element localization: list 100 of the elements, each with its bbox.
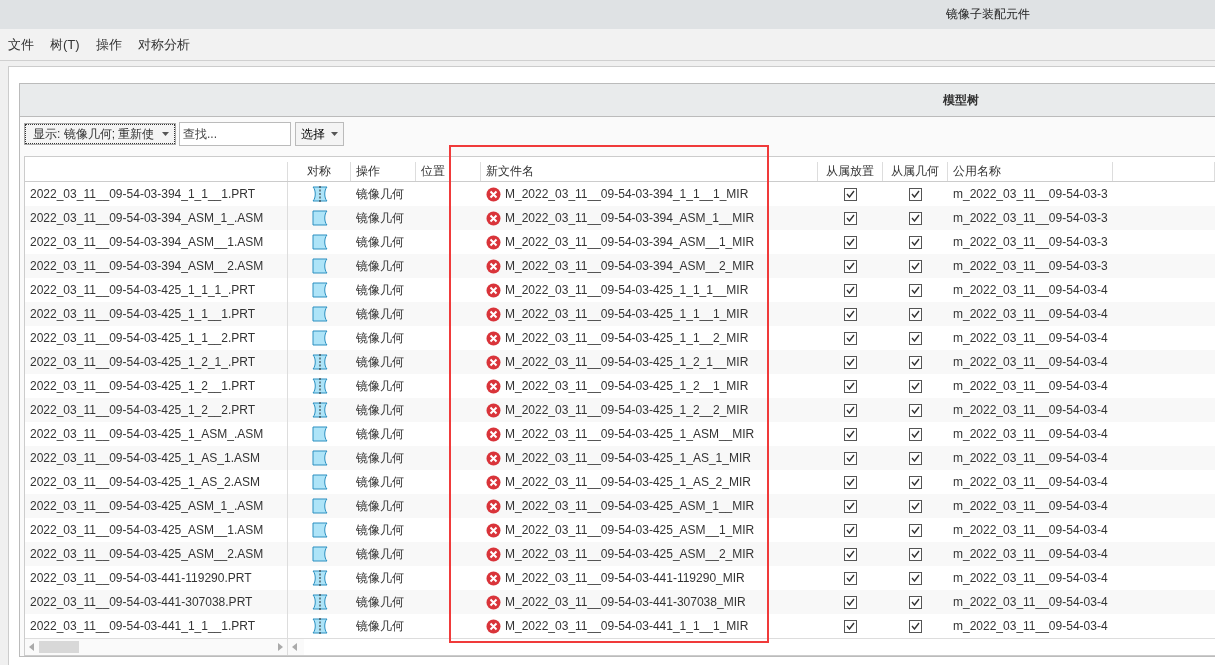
- checkbox[interactable]: [844, 523, 857, 537]
- display-dropdown[interactable]: 显示: 镜像几何; 重新使: [25, 124, 175, 144]
- new-file-name: M_2022_03_11__09-54-03-425_1_1__1_MIR: [505, 307, 749, 321]
- checkbox[interactable]: [909, 355, 922, 369]
- file-name[interactable]: 2022_03_11__09-54-03-394_1_1__1.PRT: [30, 187, 256, 201]
- file-name[interactable]: 2022_03_11__09-54-03-425_1_1__2.PRT: [30, 331, 256, 345]
- new-file-name: M_2022_03_11__09-54-03-441_1_1__1_MIR: [505, 619, 749, 633]
- column-header[interactable]: 公用名称: [953, 163, 1001, 180]
- checkbox[interactable]: [844, 595, 857, 609]
- scroll-thumb[interactable]: [39, 641, 79, 653]
- file-name[interactable]: 2022_03_11__09-54-03-394_ASM_1_.ASM: [30, 211, 264, 225]
- new-file-name: M_2022_03_11__09-54-03-394_ASM__1_MIR: [505, 235, 755, 249]
- menu-item[interactable]: 操作: [95, 35, 122, 54]
- file-name[interactable]: 2022_03_11__09-54-03-425_1_2_1_.PRT: [30, 355, 256, 369]
- file-name[interactable]: 2022_03_11__09-54-03-425_1_1_1_.PRT: [30, 283, 256, 297]
- checkbox[interactable]: [909, 235, 922, 249]
- file-name[interactable]: 2022_03_11__09-54-03-425_ASM_1_.ASM: [30, 499, 264, 513]
- common-name: m_2022_03_11__09-54-03-3: [953, 235, 1108, 249]
- error-icon: [486, 186, 501, 202]
- checkbox[interactable]: [909, 571, 922, 585]
- operation-text: 镜像几何: [356, 449, 404, 467]
- new-file-name: M_2022_03_11__09-54-03-425_1_2__2_MIR: [505, 403, 749, 417]
- file-name[interactable]: 2022_03_11__09-54-03-441_1_1__1.PRT: [30, 619, 256, 633]
- checkbox[interactable]: [844, 283, 857, 297]
- column-header[interactable]: 位置: [421, 163, 445, 180]
- menu-item[interactable]: 对称分析: [137, 35, 190, 54]
- file-name[interactable]: 2022_03_11__09-54-03-425_1_ASM_.ASM: [30, 427, 264, 441]
- common-name: m_2022_03_11__09-54-03-3: [953, 259, 1108, 273]
- column-header[interactable]: 从属几何: [891, 163, 939, 180]
- file-name[interactable]: 2022_03_11__09-54-03-425_1_2__1.PRT: [30, 379, 256, 393]
- file-name[interactable]: 2022_03_11__09-54-03-441-119290.PRT: [30, 571, 252, 585]
- column-header[interactable]: 从属放置: [826, 163, 874, 180]
- checkbox[interactable]: [844, 427, 857, 441]
- file-name[interactable]: 2022_03_11__09-54-03-441-307038.PRT: [30, 595, 253, 609]
- menu-item[interactable]: 树(T): [50, 35, 80, 54]
- file-name[interactable]: 2022_03_11__09-54-03-394_ASM__1.ASM: [30, 235, 264, 249]
- checkbox[interactable]: [844, 331, 857, 345]
- common-name: m_2022_03_11__09-54-03-4: [953, 619, 1108, 633]
- common-name: m_2022_03_11__09-54-03-4: [953, 355, 1108, 369]
- checkbox[interactable]: [909, 595, 922, 609]
- common-name: m_2022_03_11__09-54-03-4: [953, 499, 1108, 513]
- menu-item[interactable]: 文件: [8, 35, 34, 54]
- checkbox[interactable]: [844, 619, 857, 633]
- checkbox[interactable]: [844, 211, 857, 225]
- checkbox[interactable]: [844, 307, 857, 321]
- operation-text: 镜像几何: [356, 593, 404, 611]
- checkbox[interactable]: [844, 235, 857, 249]
- file-name[interactable]: 2022_03_11__09-54-03-394_ASM__2.ASM: [30, 259, 264, 273]
- file-name[interactable]: 2022_03_11__09-54-03-425_1_AS_1.ASM: [30, 451, 260, 465]
- flag-icon: [311, 426, 328, 442]
- file-name[interactable]: 2022_03_11__09-54-03-425_1_1__1.PRT: [30, 307, 256, 321]
- checkbox[interactable]: [909, 403, 922, 417]
- checkbox[interactable]: [844, 499, 857, 513]
- checkbox[interactable]: [909, 499, 922, 513]
- checkbox[interactable]: [909, 547, 922, 561]
- horizontal-scrollbar[interactable]: [288, 639, 304, 655]
- horizontal-scrollbar[interactable]: [25, 639, 288, 655]
- column-header[interactable]: 操作: [356, 163, 380, 180]
- checkbox[interactable]: [909, 259, 922, 273]
- checkbox[interactable]: [844, 547, 857, 561]
- new-file-name: M_2022_03_11__09-54-03-425_1_AS_1_MIR: [505, 451, 751, 465]
- file-name[interactable]: 2022_03_11__09-54-03-425_ASM__1.ASM: [30, 523, 264, 537]
- checkbox[interactable]: [909, 427, 922, 441]
- column-header[interactable]: 新文件名: [486, 163, 534, 180]
- operation-text: 镜像几何: [356, 497, 404, 515]
- checkbox[interactable]: [844, 475, 857, 489]
- checkbox[interactable]: [909, 619, 922, 633]
- checkbox[interactable]: [844, 259, 857, 273]
- checkbox[interactable]: [909, 523, 922, 537]
- checkbox[interactable]: [909, 307, 922, 321]
- common-name: m_2022_03_11__09-54-03-4: [953, 595, 1108, 609]
- error-icon: [486, 546, 501, 562]
- new-file-name: M_2022_03_11__09-54-03-394_ASM_1__MIR: [505, 211, 755, 225]
- checkbox[interactable]: [844, 355, 857, 369]
- checkbox[interactable]: [844, 451, 857, 465]
- checkbox[interactable]: [909, 379, 922, 393]
- checkbox[interactable]: [909, 187, 922, 201]
- file-name[interactable]: 2022_03_11__09-54-03-425_1_AS_2.ASM: [30, 475, 260, 489]
- new-file-name: M_2022_03_11__09-54-03-425_ASM__1_MIR: [505, 523, 755, 537]
- checkbox[interactable]: [844, 379, 857, 393]
- column-header[interactable]: 对称: [307, 163, 331, 180]
- search-field[interactable]: 查找...: [179, 122, 291, 146]
- checkbox[interactable]: [909, 211, 922, 225]
- checkbox[interactable]: [909, 331, 922, 345]
- checkbox[interactable]: [909, 283, 922, 297]
- checkbox[interactable]: [844, 571, 857, 585]
- operation-text: 镜像几何: [356, 425, 404, 443]
- checkbox[interactable]: [909, 475, 922, 489]
- operation-text: 镜像几何: [356, 305, 404, 323]
- checkbox[interactable]: [844, 403, 857, 417]
- common-name: m_2022_03_11__09-54-03-4: [953, 331, 1108, 345]
- select-button[interactable]: 选择: [295, 122, 344, 146]
- operation-text: 镜像几何: [356, 353, 404, 371]
- new-file-name: M_2022_03_11__09-54-03-425_1_ASM__MIR: [505, 427, 755, 441]
- file-name[interactable]: 2022_03_11__09-54-03-425_1_2__2.PRT: [30, 403, 256, 417]
- operation-text: 镜像几何: [356, 257, 404, 275]
- file-name[interactable]: 2022_03_11__09-54-03-425_ASM__2.ASM: [30, 547, 264, 561]
- checkbox[interactable]: [844, 187, 857, 201]
- error-icon: [486, 402, 501, 418]
- checkbox[interactable]: [909, 451, 922, 465]
